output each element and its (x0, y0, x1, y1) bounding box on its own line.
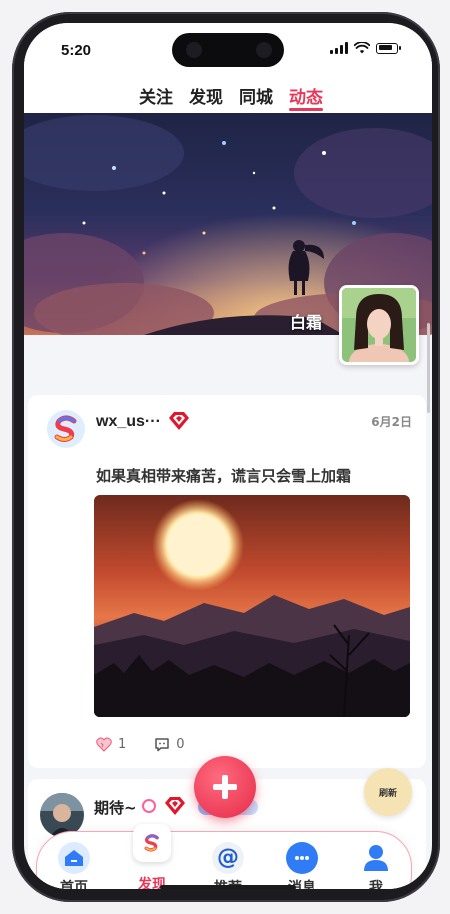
home-icon (58, 842, 90, 874)
nav-home[interactable]: 首页 (49, 842, 99, 889)
post-username[interactable]: wx_us··· (96, 413, 161, 431)
sunset-photo (94, 495, 410, 717)
profile-name: 白霜 (290, 313, 323, 332)
nav-home-label: 首页 (60, 880, 88, 889)
status-icons (330, 42, 401, 54)
post-actions: 1 0 (96, 737, 185, 752)
like-count: 1 (118, 737, 127, 752)
like-button[interactable]: 1 (96, 737, 126, 752)
profile-avatar[interactable] (339, 285, 419, 365)
message-icon (286, 842, 318, 874)
battery-icon (376, 42, 401, 54)
status-time: 5:20 (61, 42, 92, 59)
avatar-photo (342, 288, 416, 362)
tab-moments[interactable]: 动态 (289, 75, 323, 113)
at-icon: @ (212, 842, 244, 874)
plus-icon (213, 775, 237, 799)
nav-messages[interactable]: 消息 (277, 842, 327, 889)
comment-button[interactable]: 0 (154, 737, 185, 752)
tab-local[interactable]: 同城 (239, 75, 273, 113)
nav-discover[interactable]: 发现 (127, 824, 177, 889)
scrollbar[interactable] (427, 323, 430, 413)
dynamic-island (172, 33, 284, 67)
nav-me-label: 我 (369, 880, 383, 889)
person-icon (360, 842, 392, 874)
home-indicator (160, 885, 296, 889)
signal-icon (330, 42, 348, 54)
bottom-nav: 首页 发现 @ 推荐 (36, 824, 412, 889)
comment-count: 0 (176, 737, 185, 752)
app-screen: 5:20 关注 发现 同城 动态 白霜 wx_us··· 6月2日 如果真相带来… (24, 23, 432, 889)
status-bar: 5:20 (24, 23, 432, 75)
post-avatar[interactable] (46, 409, 86, 449)
post-date: 6月2日 (371, 415, 412, 429)
badge-icon (142, 799, 156, 813)
vip-gem-icon (169, 412, 189, 430)
discover-icon (133, 824, 171, 862)
post-text: 如果真相带来痛苦，谎言只会雪上加霜 (96, 467, 352, 485)
tab-discover[interactable]: 发现 (189, 75, 223, 113)
page: 5:20 关注 发现 同城 动态 白霜 wx_us··· 6月2日 如果真相带来… (0, 0, 450, 914)
post-image[interactable] (94, 495, 410, 717)
tab-follow[interactable]: 关注 (139, 75, 173, 113)
vip-gem-icon (165, 797, 185, 815)
nav-me[interactable]: 我 (351, 842, 401, 889)
top-tab-bar: 关注 发现 同城 动态 (24, 75, 432, 113)
nav-recommend[interactable]: @ 推荐 (203, 842, 253, 889)
wifi-icon (354, 42, 370, 54)
refresh-button[interactable]: 刷新 (364, 768, 412, 816)
next-post-username[interactable]: 期待~ (94, 797, 137, 818)
heart-icon (96, 737, 112, 752)
create-post-button[interactable] (194, 756, 256, 818)
comment-icon (155, 738, 170, 752)
post-card[interactable]: wx_us··· 6月2日 如果真相带来痛苦，谎言只会雪上加霜 1 0 (28, 395, 426, 768)
